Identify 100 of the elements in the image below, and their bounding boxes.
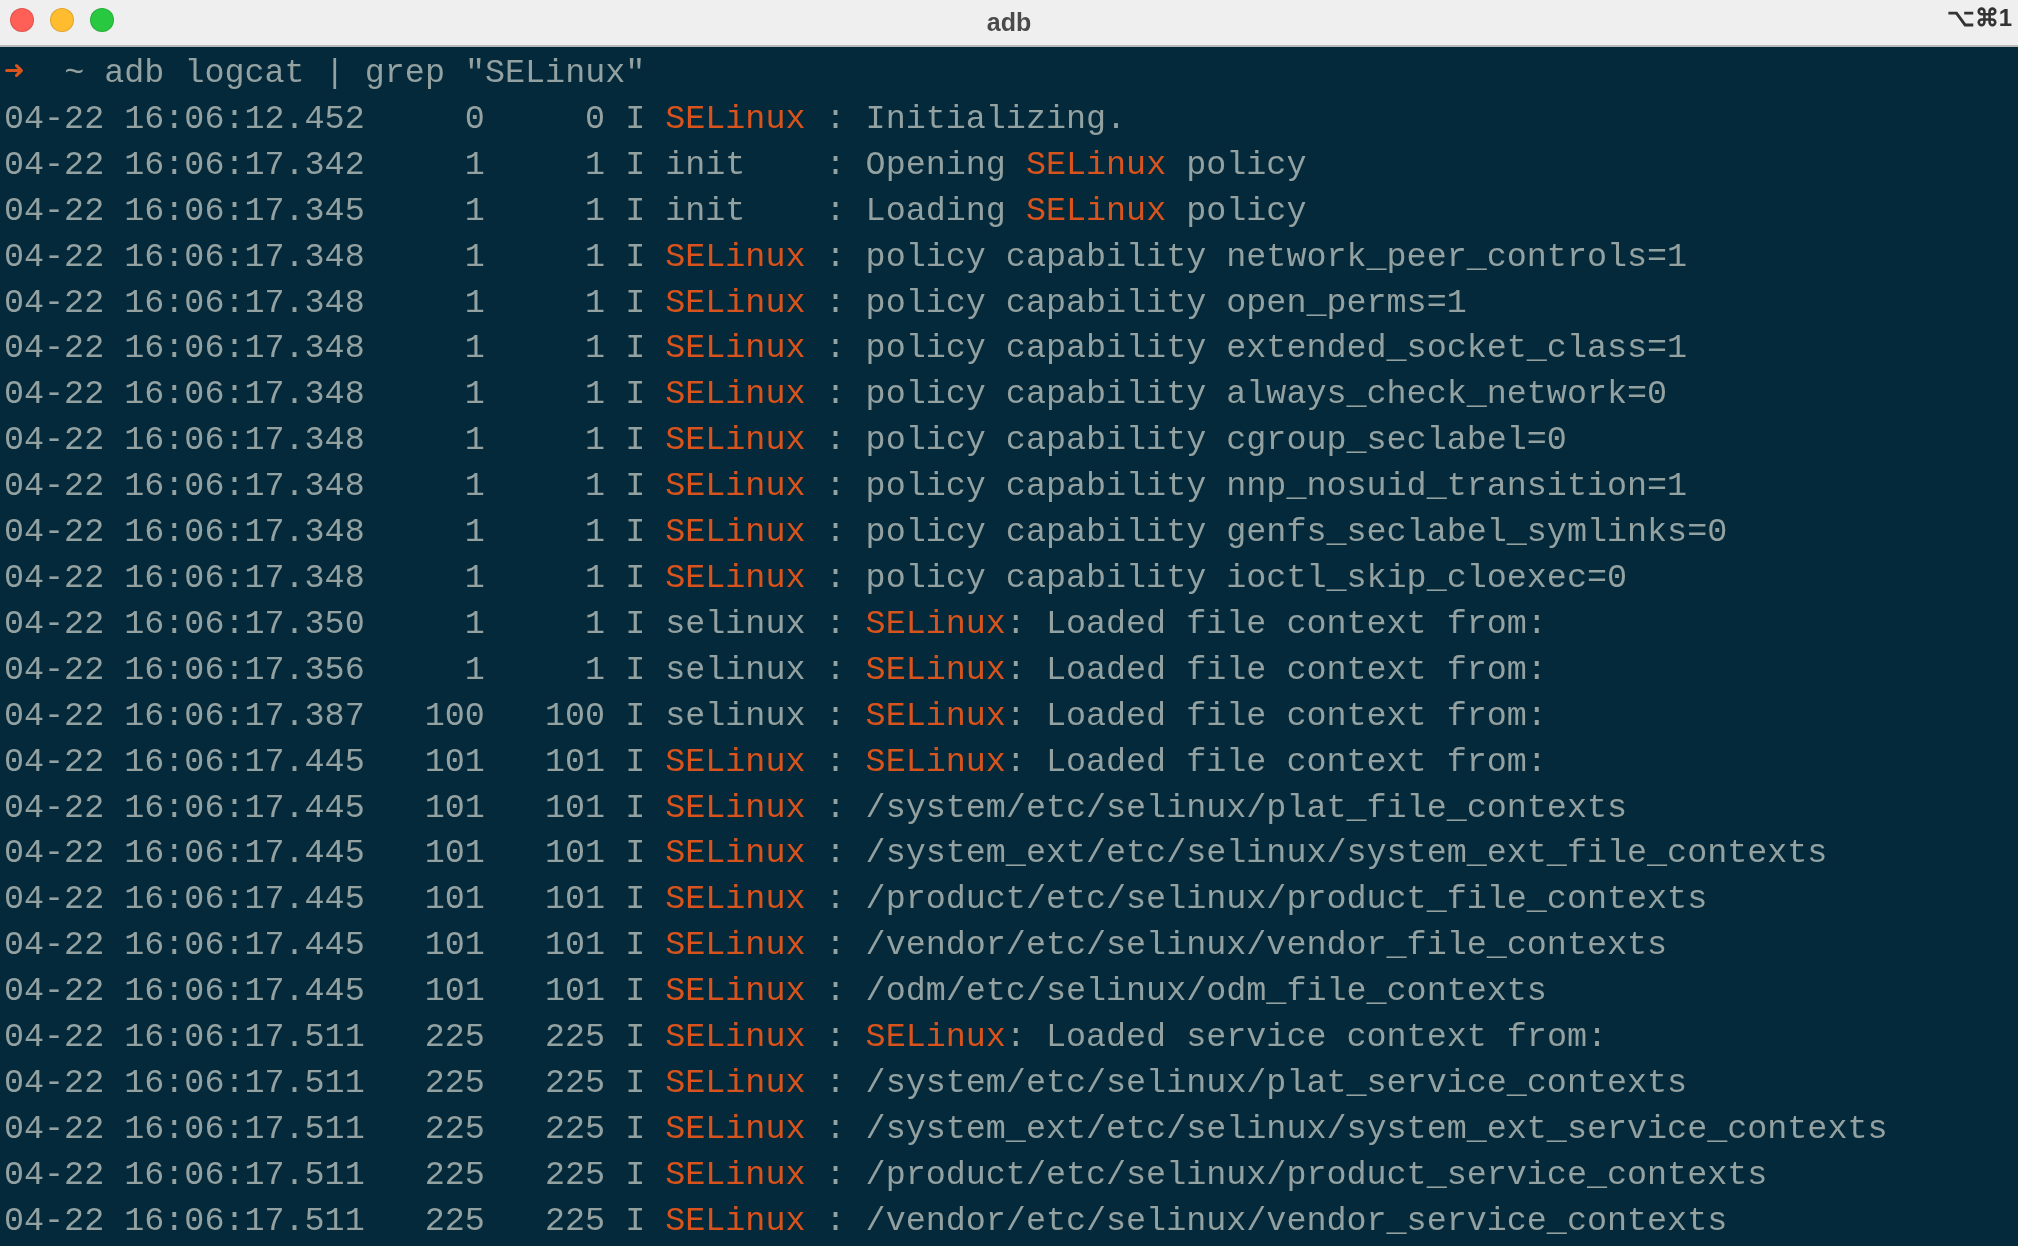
log-level: I bbox=[625, 1201, 646, 1240]
log-tid: 225 bbox=[545, 1201, 606, 1240]
log-tag: SELinux bbox=[665, 1106, 806, 1153]
log-timestamp: 04-22 16:06:17.511 bbox=[4, 1062, 365, 1104]
log-level: I bbox=[625, 467, 646, 506]
prompt-directory: ~ bbox=[64, 54, 85, 92]
window-title: adb bbox=[986, 7, 1032, 38]
log-level: I bbox=[625, 375, 646, 414]
log-pid: 1 bbox=[464, 421, 485, 460]
log-tid: 101 bbox=[545, 880, 606, 919]
log-tag: selinux bbox=[665, 693, 806, 740]
log-tid: 100 bbox=[545, 696, 606, 735]
log-pid: 1 bbox=[464, 329, 485, 368]
log-tag: SELinux bbox=[665, 464, 806, 511]
log-timestamp: 04-22 16:06:17.348 bbox=[4, 374, 365, 416]
log-tid: 1 bbox=[585, 513, 606, 552]
log-level: I bbox=[625, 191, 646, 230]
log-level: I bbox=[625, 237, 646, 276]
log-pid: 225 bbox=[424, 1018, 485, 1057]
log-message: : policy capability network_peer_controls=1 bbox=[825, 236, 1688, 278]
log-level: I bbox=[625, 604, 646, 643]
log-timestamp: 04-22 16:06:17.348 bbox=[4, 512, 365, 554]
log-message: : /system_ext/etc/selinux/system_ext_file_contexts bbox=[825, 833, 1828, 875]
log-tag: SELinux bbox=[665, 1198, 806, 1245]
log-tid: 101 bbox=[545, 742, 606, 781]
log-message: : SELinux: Loaded file context from: bbox=[825, 649, 1547, 691]
log-message: : Initializing. bbox=[825, 98, 1127, 140]
log-timestamp: 04-22 16:06:17.342 bbox=[4, 144, 365, 186]
log-pid: 225 bbox=[424, 1109, 485, 1148]
log-pid: 0 bbox=[464, 99, 485, 138]
log-timestamp: 04-22 16:06:17.511 bbox=[4, 1200, 365, 1242]
log-tag: init bbox=[665, 188, 746, 235]
log-pid: 225 bbox=[424, 1201, 485, 1240]
log-tag: SELinux bbox=[665, 510, 806, 556]
log-timestamp: 04-22 16:06:17.348 bbox=[4, 282, 365, 324]
log-message: : Opening SELinux policy bbox=[825, 144, 1307, 186]
log-message: : policy capability ioctl_skip_cloexec=0 bbox=[825, 557, 1628, 599]
log-level: I bbox=[625, 788, 646, 827]
log-tid: 1 bbox=[585, 375, 606, 414]
log-tid: 225 bbox=[545, 1109, 606, 1148]
log-tid: 101 bbox=[545, 972, 606, 1011]
log-pid: 225 bbox=[424, 1155, 485, 1194]
log-tag: SELinux bbox=[665, 1152, 806, 1199]
log-timestamp: 04-22 16:06:12.452 bbox=[4, 98, 365, 140]
log-tag: SELinux bbox=[665, 831, 806, 878]
log-message: : SELinux: Loaded file context from: bbox=[825, 695, 1547, 737]
log-tag: SELinux bbox=[665, 1060, 806, 1107]
log-tid: 1 bbox=[585, 421, 606, 460]
log-tag: SELinux bbox=[665, 785, 806, 832]
log-tag: SELinux bbox=[665, 326, 806, 373]
log-message: : policy capability open_perms=1 bbox=[825, 282, 1467, 324]
log-pid: 1 bbox=[464, 558, 485, 597]
log-message: : policy capability nnp_nosuid_transition=1 bbox=[825, 466, 1688, 508]
log-tid: 225 bbox=[545, 1018, 606, 1057]
log-timestamp: 04-22 16:06:17.348 bbox=[4, 466, 365, 508]
log-level: I bbox=[625, 421, 646, 460]
log-timestamp: 04-22 16:06:17.511 bbox=[4, 1017, 365, 1059]
log-level: I bbox=[625, 283, 646, 322]
log-timestamp: 04-22 16:06:17.511 bbox=[4, 1154, 365, 1196]
log-message: : /vendor/etc/selinux/vendor_service_contexts bbox=[825, 1200, 1728, 1242]
log-level: I bbox=[625, 742, 646, 781]
log-message: : /vendor/etc/selinux/vendor_file_contexts bbox=[825, 925, 1668, 967]
log-tag: SELinux bbox=[665, 555, 806, 602]
log-message: : policy capability extended_socket_class=1 bbox=[825, 328, 1688, 370]
log-pid: 1 bbox=[464, 145, 485, 184]
log-tid: 101 bbox=[545, 926, 606, 965]
command-text: adb logcat | grep "SELinux" bbox=[104, 54, 646, 92]
log-level: I bbox=[625, 329, 646, 368]
log-message: : policy capability genfs_seclabel_symlinks=0 bbox=[825, 512, 1728, 554]
log-tid: 101 bbox=[545, 834, 606, 873]
log-tag: SELinux bbox=[665, 234, 806, 281]
log-pid: 1 bbox=[464, 283, 485, 322]
log-level: I bbox=[625, 696, 646, 735]
log-timestamp: 04-22 16:06:17.348 bbox=[4, 328, 365, 370]
log-tid: 101 bbox=[545, 788, 606, 827]
log-tag: SELinux bbox=[665, 877, 806, 924]
log-level: I bbox=[625, 1155, 646, 1194]
log-tag: SELinux bbox=[665, 969, 806, 1016]
log-tid: 1 bbox=[585, 237, 606, 276]
prompt-arrow: ➜ bbox=[4, 54, 25, 92]
log-level: I bbox=[625, 834, 646, 873]
log-pid: 101 bbox=[424, 742, 485, 781]
minimize-button[interactable] bbox=[50, 8, 74, 32]
log-tag: init bbox=[665, 142, 746, 189]
log-level: I bbox=[625, 1109, 646, 1148]
log-tag: SELinux bbox=[665, 739, 806, 786]
log-timestamp: 04-22 16:06:17.511 bbox=[4, 1108, 365, 1150]
log-message: : /product/etc/selinux/product_file_contexts bbox=[825, 879, 1708, 921]
log-message: : Loading SELinux policy bbox=[825, 190, 1307, 232]
log-tag: selinux bbox=[665, 647, 806, 694]
log-pid: 101 bbox=[424, 880, 485, 919]
close-button[interactable] bbox=[10, 8, 34, 32]
shortcut-label: ⌥⌘1 bbox=[1946, 3, 2012, 33]
log-message: : SELinux: Loaded file context from: bbox=[825, 603, 1547, 645]
log-tid: 225 bbox=[545, 1063, 606, 1102]
log-pid: 1 bbox=[464, 191, 485, 230]
log-level: I bbox=[625, 972, 646, 1011]
zoom-button[interactable] bbox=[90, 8, 114, 32]
log-tag: SELinux bbox=[665, 1015, 806, 1061]
log-timestamp: 04-22 16:06:17.345 bbox=[4, 190, 365, 232]
